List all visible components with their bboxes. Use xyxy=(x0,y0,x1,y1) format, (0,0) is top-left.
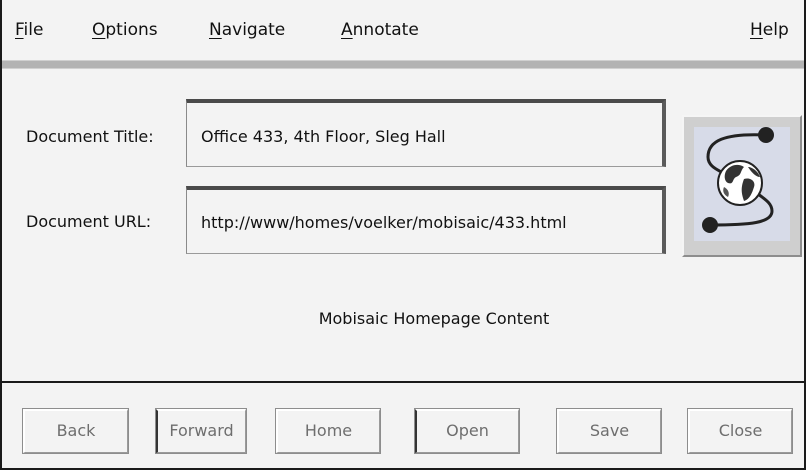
menu-options-mnemonic: O xyxy=(92,20,106,40)
document-url-value: http://www/homes/voelker/mobisaic/433.ht… xyxy=(201,213,567,232)
document-url-field[interactable]: http://www/homes/voelker/mobisaic/433.ht… xyxy=(186,186,666,254)
menu-file[interactable]: File xyxy=(15,19,43,41)
menu-annotate-mnemonic: A xyxy=(341,20,353,40)
menu-navigate-label: avigate xyxy=(221,20,286,40)
menu-navigate[interactable]: Navigate xyxy=(209,19,285,41)
document-title-value: Office 433, 4th Floor, Sleg Hall xyxy=(201,127,446,146)
mobisaic-window: File Options Navigate Annotate Help Docu… xyxy=(0,0,806,470)
menu-help-mnemonic: H xyxy=(750,20,763,40)
document-title-field[interactable]: Office 433, 4th Floor, Sleg Hall xyxy=(186,99,666,167)
menu-separator xyxy=(2,60,804,69)
close-button[interactable]: Close xyxy=(687,408,793,454)
mobisaic-logo xyxy=(682,115,802,257)
menu-file-mnemonic: F xyxy=(15,20,24,40)
button-bar-separator xyxy=(2,381,804,383)
menu-navigate-mnemonic: N xyxy=(209,20,222,40)
forward-button[interactable]: Forward xyxy=(155,408,247,454)
menu-file-label: ile xyxy=(23,20,44,40)
menu-annotate-label: nnotate xyxy=(352,20,419,40)
home-button[interactable]: Home xyxy=(275,408,381,454)
menu-help-label: elp xyxy=(762,20,789,40)
save-button[interactable]: Save xyxy=(556,408,662,454)
document-title-label: Document Title: xyxy=(26,127,154,146)
globe-icon xyxy=(702,127,774,233)
back-button[interactable]: Back xyxy=(22,408,129,454)
menu-help[interactable]: Help xyxy=(750,19,789,41)
homepage-content-caption: Mobisaic Homepage Content xyxy=(318,309,550,328)
menu-bar: File Options Navigate Annotate Help xyxy=(2,0,804,60)
document-url-label: Document URL: xyxy=(26,212,152,231)
logo-panel xyxy=(694,127,790,241)
menu-annotate[interactable]: Annotate xyxy=(341,19,419,41)
menu-options[interactable]: Options xyxy=(92,19,158,41)
menu-options-label: ptions xyxy=(105,20,158,40)
open-button[interactable]: Open xyxy=(414,408,520,454)
